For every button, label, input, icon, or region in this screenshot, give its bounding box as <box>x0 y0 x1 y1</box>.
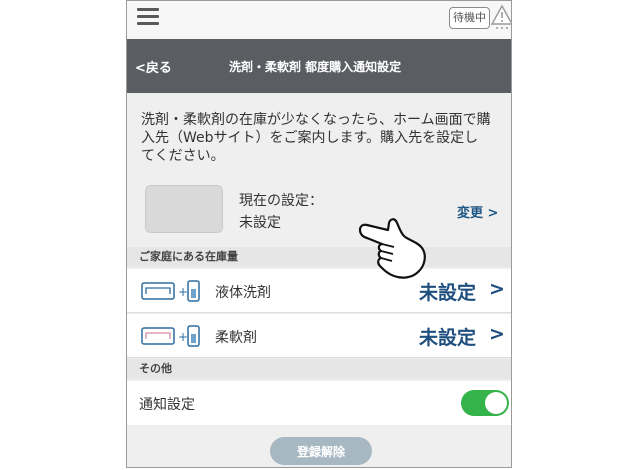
toggle-knob <box>485 392 507 414</box>
list-item-liquid-detergent[interactable]: + 液体洗剤 未設定 > <box>127 269 511 313</box>
notify-setting-row: 通知設定 <box>127 381 511 425</box>
intro-text: 洗剤・柔軟剤の在庫が少なくなったら、ホーム画面で購入先（Webサイト）をご案内し… <box>141 112 491 164</box>
chevron-right-icon: > <box>489 278 505 300</box>
warning-icon <box>491 4 511 29</box>
current-setting-value: 未設定 <box>239 215 281 231</box>
item-value: 未設定 <box>419 282 477 304</box>
phone-screen: 待機中 <戻る 洗剤・柔軟剤 都度購入通知設定 洗剤・柔軟剤の在庫が少なくなった… <box>126 0 512 468</box>
chevron-right-icon: > <box>489 323 505 345</box>
softener-tank-icon: + <box>141 325 200 347</box>
svg-text:+: + <box>178 330 188 344</box>
standby-badge: 待機中 <box>449 7 490 29</box>
current-setting-thumbnail <box>145 185 223 233</box>
pointing-hand-icon <box>358 218 426 279</box>
hamburger-menu-icon[interactable] <box>137 8 159 26</box>
page-title: 洗剤・柔軟剤 都度購入通知設定 <box>229 60 402 74</box>
item-value: 未設定 <box>419 327 477 349</box>
list-item-softener[interactable]: + 柔軟剤 未設定 > <box>127 314 511 358</box>
item-label: 液体洗剤 <box>215 285 271 301</box>
svg-text:+: + <box>178 285 188 299</box>
other-section-header: その他 <box>127 359 511 379</box>
detergent-tank-icon: + <box>141 280 200 302</box>
deregister-button[interactable]: 登録解除 <box>270 437 372 465</box>
status-bar: 待機中 <box>127 1 511 39</box>
stock-section-header: ご家庭にある在庫量 <box>127 247 511 267</box>
current-setting-label: 現在の設定： <box>239 193 323 209</box>
notify-setting-label: 通知設定 <box>139 397 195 413</box>
back-button[interactable]: <戻る <box>135 57 172 76</box>
change-link[interactable]: 変更 > <box>457 202 498 221</box>
item-label: 柔軟剤 <box>215 330 257 346</box>
header-bar: <戻る 洗剤・柔軟剤 都度購入通知設定 <box>127 39 511 93</box>
notify-toggle[interactable] <box>461 390 509 416</box>
